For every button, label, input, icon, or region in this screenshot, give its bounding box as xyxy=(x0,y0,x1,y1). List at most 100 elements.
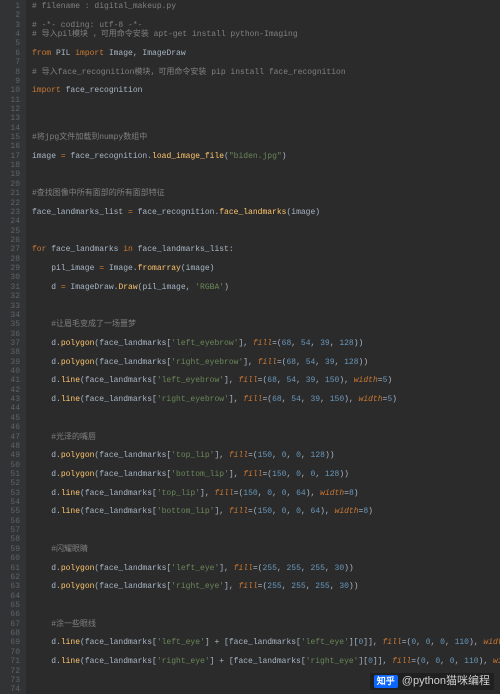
code-token: (image) xyxy=(181,264,215,273)
code-token: d. xyxy=(32,657,61,666)
code-line[interactable] xyxy=(32,348,500,357)
code-token: (face_landmarks[ xyxy=(80,395,157,404)
line-number: 11 xyxy=(2,96,20,105)
code-line[interactable]: image = face_recognition.load_image_file… xyxy=(32,152,500,161)
line-number: 65 xyxy=(2,601,20,610)
code-line[interactable] xyxy=(32,629,500,638)
code-line[interactable] xyxy=(32,461,500,470)
code-line[interactable]: d.polygon(face_landmarks['left_eyebrow']… xyxy=(32,339,500,348)
code-line[interactable]: #涂一些眼线 xyxy=(32,620,500,629)
code-line[interactable]: d.polygon(face_landmarks['right_eyebrow'… xyxy=(32,358,500,367)
code-line[interactable]: d.line(face_landmarks['bottom_lip'], fil… xyxy=(32,507,500,516)
code-token: , xyxy=(455,657,465,666)
code-line[interactable] xyxy=(32,124,500,133)
code-line[interactable] xyxy=(32,142,500,151)
code-line[interactable] xyxy=(32,648,500,657)
code-line[interactable] xyxy=(32,573,500,582)
code-line[interactable] xyxy=(32,105,500,114)
code-line[interactable] xyxy=(32,217,500,226)
code-token: d. xyxy=(32,339,61,348)
code-line[interactable] xyxy=(32,58,500,67)
code-line[interactable]: d = ImageDraw.Draw(pil_image, 'RGBA') xyxy=(32,283,500,292)
code-line[interactable]: d.line(face_landmarks['left_eye'] + [fac… xyxy=(32,638,500,647)
code-line[interactable] xyxy=(32,404,500,413)
code-line[interactable]: #查找图像中所有面部的所有面部特征 xyxy=(32,189,500,198)
code-line[interactable]: # filename : digital_makeup.py xyxy=(32,2,500,11)
code-line[interactable] xyxy=(32,610,500,619)
code-line[interactable]: face_landmarks_list = face_recognition.f… xyxy=(32,208,500,217)
line-number: 22 xyxy=(2,199,20,208)
code-line[interactable] xyxy=(32,199,500,208)
code-line[interactable]: d.line(face_landmarks['top_lip'], fill=(… xyxy=(32,489,500,498)
code-line[interactable]: import face_recognition xyxy=(32,86,500,95)
code-line[interactable]: # 导入pil模块 ，可用命令安装 apt-get install python… xyxy=(32,30,500,39)
code-line[interactable] xyxy=(32,423,500,432)
line-number: 44 xyxy=(2,404,20,413)
code-line[interactable]: d.line(face_landmarks['right_eye'] + [fa… xyxy=(32,657,500,666)
code-line[interactable]: #将jpg文件加载到numpy数组中 xyxy=(32,133,500,142)
code-area[interactable]: # filename : digital_makeup.py # -*- cod… xyxy=(26,0,500,694)
code-line[interactable] xyxy=(32,386,500,395)
code-line[interactable]: #让眉毛变成了一场噩梦 xyxy=(32,320,500,329)
code-line[interactable]: d.polygon(face_landmarks['left_eye'], fi… xyxy=(32,564,500,573)
code-token: # filename : digital_makeup.py xyxy=(32,2,176,11)
code-line[interactable] xyxy=(32,11,500,20)
code-token: , xyxy=(301,451,311,460)
code-line[interactable]: d.polygon(face_landmarks['top_lip'], fil… xyxy=(32,451,500,460)
code-token: , xyxy=(282,582,292,591)
line-number: 9 xyxy=(2,77,20,86)
code-token: ) xyxy=(387,376,392,385)
code-line[interactable] xyxy=(32,161,500,170)
code-line[interactable]: from PIL import Image, ImageDraw xyxy=(32,49,500,58)
code-line[interactable] xyxy=(32,526,500,535)
code-line[interactable]: #闪耀眼睛 xyxy=(32,545,500,554)
line-number: 66 xyxy=(2,610,20,619)
code-line[interactable]: # -*- coding: utf-8 -*- xyxy=(32,21,500,30)
code-line[interactable] xyxy=(32,367,500,376)
code-line[interactable] xyxy=(32,479,500,488)
code-line[interactable] xyxy=(32,227,500,236)
code-line[interactable] xyxy=(32,114,500,123)
code-token: #光泽的嘴唇 xyxy=(51,433,96,442)
code-line[interactable] xyxy=(32,255,500,264)
code-line[interactable]: d.line(face_landmarks['left_eyebrow'], f… xyxy=(32,376,500,385)
code-token: fill xyxy=(253,339,272,348)
code-line[interactable] xyxy=(32,601,500,610)
code-token: (face_landmarks[ xyxy=(80,507,157,516)
code-token: 'right_eye' xyxy=(157,657,210,666)
code-token: 'top_lip' xyxy=(171,451,214,460)
code-token: 68 xyxy=(272,395,282,404)
code-line[interactable] xyxy=(32,330,500,339)
code-line[interactable] xyxy=(32,273,500,282)
code-token: #闪耀眼睛 xyxy=(51,545,88,554)
code-line[interactable] xyxy=(32,302,500,311)
code-line[interactable]: d.polygon(face_landmarks['right_eye'], f… xyxy=(32,582,500,591)
code-line[interactable] xyxy=(32,39,500,48)
code-line[interactable]: d.polygon(face_landmarks['bottom_lip'], … xyxy=(32,470,500,479)
code-line[interactable] xyxy=(32,311,500,320)
code-line[interactable]: for face_landmarks in face_landmarks_lis… xyxy=(32,245,500,254)
code-line[interactable] xyxy=(32,292,500,301)
code-token: d. xyxy=(32,451,61,460)
code-line[interactable] xyxy=(32,517,500,526)
code-line[interactable] xyxy=(32,554,500,563)
code-line[interactable] xyxy=(32,442,500,451)
code-line[interactable] xyxy=(32,180,500,189)
code-line[interactable] xyxy=(32,498,500,507)
code-line[interactable] xyxy=(32,236,500,245)
code-line[interactable] xyxy=(32,96,500,105)
code-line[interactable] xyxy=(32,592,500,601)
code-line[interactable] xyxy=(32,414,500,423)
code-line[interactable] xyxy=(32,170,500,179)
line-number: 61 xyxy=(2,564,20,573)
code-line[interactable] xyxy=(32,535,500,544)
code-token: ) xyxy=(392,395,397,404)
line-number: 27 xyxy=(2,245,20,254)
code-line[interactable]: # 导入face_recognition模块，可用命令安装 pip instal… xyxy=(32,68,500,77)
code-line[interactable]: #光泽的嘴唇 xyxy=(32,433,500,442)
code-token: =( xyxy=(248,451,258,460)
code-line[interactable] xyxy=(32,77,500,86)
code-line[interactable]: pil_image = Image.fromarray(image) xyxy=(32,264,500,273)
code-line[interactable]: d.line(face_landmarks['right_eyebrow'], … xyxy=(32,395,500,404)
code-editor[interactable]: 1234567891011121314151617181920212223242… xyxy=(0,0,500,694)
